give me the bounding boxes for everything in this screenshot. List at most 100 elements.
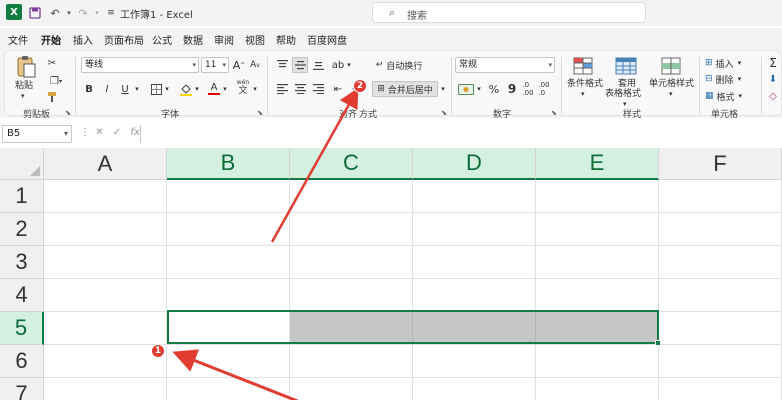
tab-home[interactable]: 开始 [41,32,61,51]
cell-a2[interactable] [44,213,167,246]
insert-cells-button[interactable]: ⊞ 插入 ▾ [705,55,749,71]
cell-b5-active[interactable] [167,312,290,345]
clear-icon[interactable]: ◇ [767,88,779,104]
cell-c3[interactable] [290,246,413,279]
orientation-icon[interactable]: ab [331,57,345,73]
autosum-button[interactable]: Σ [767,55,779,71]
cell-styles-dropdown-icon[interactable]: ▾ [669,89,673,100]
bold-button[interactable]: B [83,81,95,97]
cell-f3[interactable] [659,246,782,279]
tab-view[interactable]: 视图 [245,32,265,47]
paste-icon[interactable] [15,55,37,79]
cell-d6[interactable] [413,345,536,378]
cell-d3[interactable] [413,246,536,279]
decrease-font-size-button[interactable]: Av [249,57,261,73]
cell-f6[interactable] [659,345,782,378]
font-color-button[interactable]: A [207,81,221,97]
formula-input[interactable] [140,125,782,143]
cell-d5-selected[interactable] [413,312,536,345]
orientation-dropdown-icon[interactable]: ▾ [345,57,353,73]
column-header-a[interactable]: A [44,148,167,180]
cell-c5-selected[interactable] [290,312,413,345]
row-header-4[interactable]: 4 [0,279,44,312]
cell-e2[interactable] [536,213,659,246]
accounting-dropdown-icon[interactable]: ▾ [475,81,483,97]
fill-color-dropdown-icon[interactable]: ▾ [193,81,201,97]
column-header-c[interactable]: C [290,148,413,180]
fill-down-icon[interactable]: ⬇ [767,71,779,87]
phonetic-dropdown-icon[interactable]: ▾ [251,81,259,97]
save-icon[interactable] [26,4,44,22]
copy-icon[interactable]: ❐ ▾ [45,73,67,89]
cell-e3[interactable] [536,246,659,279]
tab-review[interactable]: 审阅 [214,32,234,47]
row-header-1[interactable]: 1 [0,180,44,213]
font-size-select[interactable]: 11 ▾ [201,57,229,73]
cell-b7[interactable] [167,378,290,400]
cell-d1[interactable] [413,180,536,213]
merge-center-button[interactable]: ⊞ 合并后居中 [372,81,438,97]
comma-style-button[interactable]: 9 [505,81,519,97]
cell-a7[interactable] [44,378,167,400]
cut-icon[interactable]: ✂ [45,55,59,71]
delete-cells-button[interactable]: ⊟ 删除 ▾ [705,71,749,87]
align-center-icon[interactable] [293,81,307,97]
cell-f5[interactable] [659,312,782,345]
align-top-icon[interactable] [275,57,289,73]
align-middle-icon[interactable] [292,57,308,73]
customize-toolbar-icon[interactable]: ≡ [102,4,120,22]
borders-dropdown-icon[interactable]: ▾ [163,81,171,97]
tab-insert[interactable]: 插入 [73,32,93,47]
row-header-7[interactable]: 7 [0,378,44,400]
tab-file[interactable]: 文件 [8,32,28,47]
align-right-icon[interactable] [311,81,325,97]
cell-c2[interactable] [290,213,413,246]
increase-decimal-icon[interactable]: .0.00 [521,81,535,97]
align-left-icon[interactable] [275,81,289,97]
cell-e5-selected[interactable] [536,312,659,345]
enter-icon[interactable]: ✓ [113,127,121,138]
tab-formulas[interactable]: 公式 [152,32,172,47]
decrease-decimal-icon[interactable]: .00.0 [537,81,551,97]
conditional-formatting-icon[interactable] [573,57,593,75]
cell-c7[interactable] [290,378,413,400]
name-box[interactable]: B5 ▾ [2,125,72,143]
clipboard-launcher-icon[interactable]: ⬊ [65,109,71,117]
cell-e1[interactable] [536,180,659,213]
tab-data[interactable]: 数据 [183,32,203,47]
select-all-corner[interactable] [0,148,44,180]
underline-button[interactable]: U [119,81,131,97]
cell-f4[interactable] [659,279,782,312]
cell-a6[interactable] [44,345,167,378]
cell-c6[interactable] [290,345,413,378]
cell-b2[interactable] [167,213,290,246]
cell-f1[interactable] [659,180,782,213]
cell-e4[interactable] [536,279,659,312]
wrap-text-button[interactable]: ↵ 自动换行 [373,57,425,73]
fill-color-icon[interactable] [179,81,193,97]
conditional-formatting-button[interactable]: 条件格式 [567,79,603,90]
cell-a4[interactable] [44,279,167,312]
format-cells-button[interactable]: ▦ 格式 ▾ [705,88,749,104]
search-box[interactable]: ⌕ 搜索 [372,2,646,23]
column-header-b[interactable]: B [167,148,290,180]
row-header-3[interactable]: 3 [0,246,44,279]
column-header-f[interactable]: F [659,148,782,180]
cell-f7[interactable] [659,378,782,400]
decrease-indent-icon[interactable]: ⇤ [331,81,345,97]
cell-f2[interactable] [659,213,782,246]
cell-c1[interactable] [290,180,413,213]
merge-center-dropdown-icon[interactable]: ▾ [439,81,447,97]
conditional-formatting-dropdown-icon[interactable]: ▾ [581,89,585,100]
increase-font-size-button[interactable]: A ^ [233,57,246,73]
accounting-format-icon[interactable] [457,81,475,97]
phonetic-guide-button[interactable]: wén 文 [235,79,251,96]
row-header-2[interactable]: 2 [0,213,44,246]
cell-d4[interactable] [413,279,536,312]
cell-b1[interactable] [167,180,290,213]
cell-b3[interactable] [167,246,290,279]
cell-c4[interactable] [290,279,413,312]
cell-d2[interactable] [413,213,536,246]
underline-dropdown-icon[interactable]: ▾ [133,81,141,97]
cell-a1[interactable] [44,180,167,213]
